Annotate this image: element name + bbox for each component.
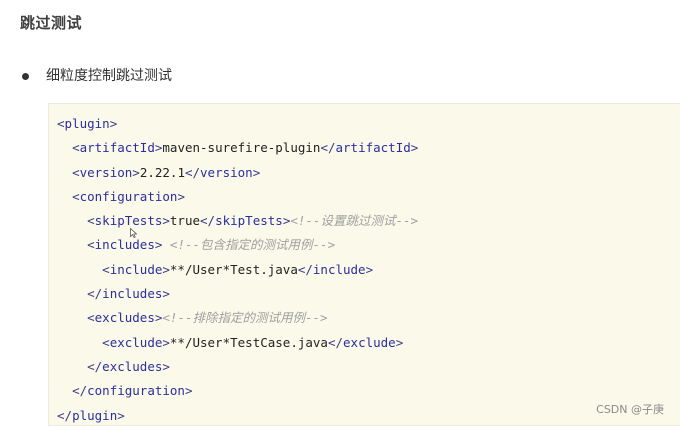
code-token-tagname: configuration [87, 383, 185, 399]
code-token-tag: < [87, 237, 95, 253]
code-token-tagname: exclude [343, 334, 396, 350]
code-line: </excludes> [57, 355, 418, 379]
code-token-tagname: plugin [72, 407, 118, 423]
code-token-tag: > [162, 358, 170, 374]
code-token-tagname: artifactId [335, 140, 411, 156]
code-token-comment: <!--排除指定的测试用例--> [162, 310, 328, 326]
code-token-tag: < [72, 140, 80, 156]
code-token-tagname: skipTests [94, 213, 163, 229]
code-token-tagname: excludes [94, 310, 155, 326]
code-token-tagname: include [109, 261, 163, 277]
code-token-tag: < [72, 164, 80, 180]
code-token-tag: < [102, 261, 110, 277]
bullet-dot-icon [22, 72, 29, 80]
code-line: <excludes><!--排除指定的测试用例--> [57, 306, 418, 330]
code-token-text: maven-surefire-plugin [162, 140, 321, 156]
section-title: 跳过测试 [20, 14, 83, 32]
code-token-comment: <!--包含指定的测试用例--> [169, 237, 336, 253]
code-token-tag: < [57, 116, 65, 131]
code-token-tagname: includes [94, 237, 155, 253]
code-token-tag: < [102, 334, 110, 350]
code-token-tagname: skipTests [215, 213, 283, 229]
code-line: </includes> [57, 282, 418, 306]
code-token-text: true [169, 213, 201, 229]
code-token-text: **/User*Test.java [169, 261, 298, 277]
code-token-tag: </ [87, 358, 103, 374]
code-token-tag: < [87, 213, 95, 229]
code-token-comment: <!--设置跳过测试--> [290, 213, 419, 229]
code-token-tagname: excludes [102, 358, 163, 374]
code-token-tag: > [117, 407, 125, 423]
mouse-pointer-icon [130, 228, 137, 238]
code-line: <exclude>**/User*TestCase.java</exclude> [57, 331, 418, 355]
code-token-tag: </ [184, 164, 201, 180]
code-token-tagname: version [200, 164, 253, 180]
code-block[interactable]: <plugin> <artifactId>maven-surefire-plug… [48, 103, 680, 426]
code-line: <artifactId>maven-surefire-plugin</artif… [57, 136, 418, 160]
bullet-list-item: 细粒度控制跳过测试 [20, 66, 172, 86]
code-token-tag: </ [57, 407, 73, 423]
code-token-tag: > [184, 383, 193, 399]
code-token-tag: > [132, 164, 140, 180]
code-token-text: 2.22.1 [139, 164, 185, 180]
code-line: <version>2.22.1</version> [57, 161, 418, 185]
watermark: CSDN @子庚 [596, 403, 664, 416]
code-token-tagname: artifactId [79, 140, 155, 156]
code-token-tag: < [87, 310, 95, 326]
code-token-tag: </ [327, 334, 344, 350]
code-token-tag: > [177, 188, 185, 204]
code-lines: <plugin> <artifactId>maven-surefire-plug… [57, 112, 418, 426]
code-token-tag: </ [72, 383, 88, 399]
code-token-tag: </ [320, 140, 336, 156]
code-token-tagname: configuration [79, 188, 178, 204]
code-token-tag: > [162, 213, 170, 229]
code-token-tag: </ [297, 261, 313, 277]
bullet-text: 细粒度控制跳过测试 [46, 68, 172, 84]
code-line: </configuration> [57, 379, 418, 403]
code-token-text: **/User*TestCase.java [169, 334, 328, 350]
code-token-tagname: plugin [64, 116, 110, 131]
code-token-tagname: exclude [109, 334, 163, 350]
code-token-tag: > [162, 334, 170, 350]
code-line: <includes> <!--包含指定的测试用例--> [57, 233, 418, 257]
code-line: <configuration> [57, 185, 418, 209]
page: 跳过测试 细粒度控制跳过测试 <plugin> <artifactId>mave… [0, 0, 680, 426]
code-token-tag: > [109, 116, 118, 131]
code-line: <include>**/User*Test.java</include> [57, 258, 418, 282]
code-token-tag: > [252, 164, 261, 180]
code-token-tag: </ [200, 213, 216, 229]
code-token-tagname: version [79, 164, 133, 180]
code-line: <skipTests>true</skipTests><!--设置跳过测试--> [57, 209, 418, 233]
code-token-tag: < [72, 188, 80, 204]
code-token-tag: > [162, 261, 170, 277]
code-token-tag: > [410, 140, 419, 156]
code-token-tag: > [365, 261, 374, 277]
code-token-tag: </ [87, 286, 103, 302]
code-token-tag: > [395, 334, 404, 350]
code-line: </plugin> [57, 404, 418, 426]
code-line: <plugin> [57, 112, 418, 136]
code-token-tagname: includes [102, 286, 163, 302]
code-token-tagname: include [312, 261, 366, 277]
code-token-tag: > [162, 286, 170, 302]
